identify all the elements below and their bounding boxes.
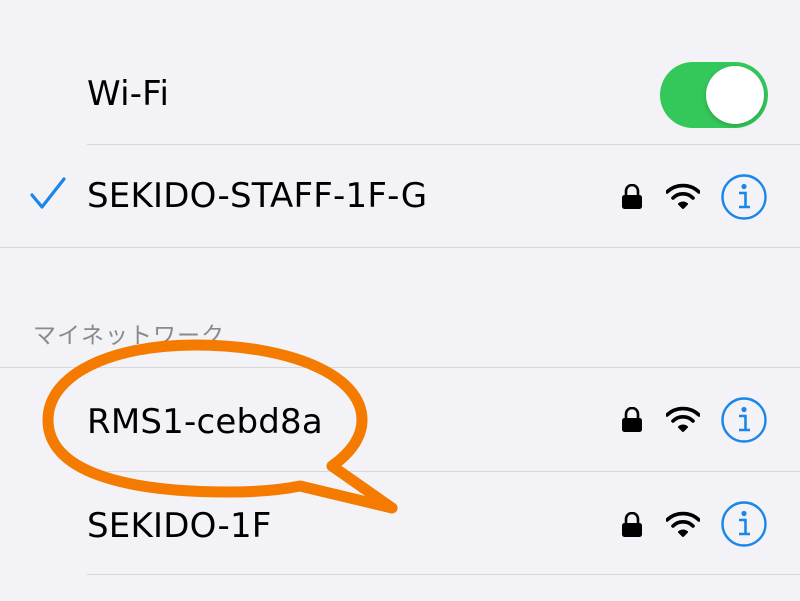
connected-network-name: SEKIDO-STAFF-1F-G [87,176,428,216]
info-icon[interactable] [720,396,768,444]
separator [87,574,800,575]
wifi-signal-icon [666,183,700,209]
lock-icon [622,184,642,209]
wifi-toggle-row: Wi-Fi [0,0,800,145]
wifi-title: Wi-Fi [87,74,170,114]
checkmark-icon [30,177,66,209]
wifi-signal-icon [666,406,700,432]
section-header-my-networks: マイネットワーク [33,323,225,349]
lock-icon [622,512,642,537]
lock-icon [622,407,642,432]
wifi-toggle[interactable] [660,62,768,128]
separator [0,247,800,248]
toggle-knob [706,66,764,124]
info-icon[interactable] [720,173,768,221]
wifi-signal-icon [666,511,700,537]
info-icon[interactable] [720,500,768,548]
network-name: RMS1-cebd8a [87,402,323,442]
network-name: SEKIDO-1F [87,506,272,546]
